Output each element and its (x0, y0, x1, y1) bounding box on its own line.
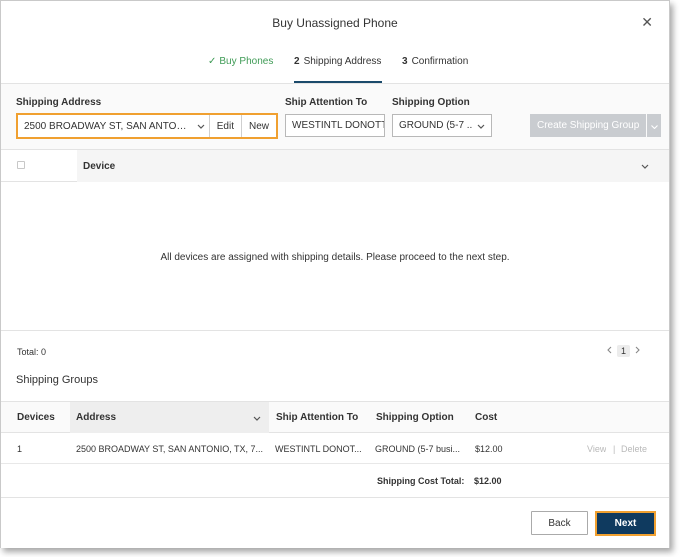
step-shipping-address[interactable]: 2 Shipping Address (294, 56, 382, 83)
dialog-header: Buy Unassigned Phone ✕ ✓ Buy Phones 2 Ship… (1, 1, 669, 83)
step-number: 2 (294, 56, 300, 67)
step-label: Buy Phones (219, 56, 274, 67)
dialog-footer: Back Next (1, 498, 669, 548)
ship-attention-label: Ship Attention To (285, 97, 368, 108)
device-column-header[interactable]: Device (77, 150, 669, 182)
chevron-left-icon[interactable] (607, 346, 612, 356)
dialog-title: Buy Unassigned Phone (272, 16, 398, 30)
shipping-address-value: 2500 BROADWAY ST, SAN ANTONIO, ... (24, 120, 193, 132)
shipping-address-select[interactable]: 2500 BROADWAY ST, SAN ANTONIO, ... (18, 115, 210, 137)
shipping-option-value: GROUND (5-7 ... (399, 120, 473, 131)
chevron-down-icon (641, 161, 649, 171)
ship-attention-input[interactable]: WESTINTL DONOTT (285, 114, 385, 137)
close-icon[interactable]: ✕ (641, 14, 653, 30)
edit-address-button[interactable]: Edit (209, 115, 241, 137)
address-column-label: Address (76, 412, 117, 423)
devices-pager: 1 (607, 345, 640, 357)
shipping-option-select[interactable]: GROUND (5-7 ... (392, 114, 492, 137)
attention-column-header: Ship Attention To (276, 412, 359, 423)
devices-column-header: Devices (17, 412, 55, 423)
new-address-button[interactable]: New (240, 115, 276, 137)
select-all-checkbox[interactable] (17, 161, 25, 169)
chevron-right-icon[interactable] (635, 346, 640, 356)
shipping-cost-total-row: Shipping Cost Total: $12.00 (1, 464, 669, 498)
buy-phone-dialog: Buy Unassigned Phone ✕ ✓ Buy Phones 2 Ship… (0, 0, 670, 548)
row-attention: WESTINTL DONOT... (275, 443, 362, 454)
wizard-steps: ✓ Buy Phones 2 Shipping Address 3 Confirmat… (1, 56, 669, 83)
shipping-toolbar: Shipping Address Ship Attention To Shipp… (1, 83, 669, 150)
page-number[interactable]: 1 (617, 345, 631, 357)
step-buy-phones[interactable]: ✓ Buy Phones (208, 56, 273, 83)
row-cost: $12.00 (475, 443, 503, 454)
step-confirmation[interactable]: 3 Confirmation (402, 56, 468, 83)
devices-table-header: Device (1, 150, 669, 182)
row-devices: 1 (17, 443, 23, 454)
chevron-down-icon (193, 121, 209, 131)
option-column-header: Shipping Option (376, 412, 454, 423)
chevron-down-icon (477, 121, 485, 131)
step-label: Confirmation (411, 56, 469, 67)
device-column-label: Device (83, 160, 116, 172)
back-button[interactable]: Back (531, 511, 588, 535)
shipping-groups-title: Shipping Groups (16, 374, 98, 386)
step-label: Shipping Address (303, 56, 382, 67)
divider (1, 330, 669, 331)
row-option: GROUND (5-7 busi... (375, 443, 461, 454)
row-separator: | (613, 443, 616, 454)
cost-column-header: Cost (475, 412, 498, 423)
check-icon: ✓ (208, 56, 217, 67)
create-shipping-group: Create Shipping Group (530, 114, 662, 137)
groups-table-header: Devices Address Ship Attention To Shippi… (1, 401, 669, 433)
shipping-address-group: 2500 BROADWAY ST, SAN ANTONIO, ... Edit … (16, 113, 278, 139)
row-delete-link[interactable]: Delete (621, 433, 647, 464)
address-column-header[interactable]: Address (70, 402, 269, 433)
create-shipping-group-button[interactable]: Create Shipping Group (530, 114, 647, 137)
shipping-cost-total-label: Shipping Cost Total: (377, 476, 465, 486)
row-address: 2500 BROADWAY ST, SAN ANTONIO, TX, 7... (76, 443, 264, 454)
row-view-link[interactable]: View (587, 433, 606, 464)
shipping-cost-total-value: $12.00 (474, 476, 502, 486)
table-row: 1 2500 BROADWAY ST, SAN ANTONIO, TX, 7..… (1, 433, 669, 464)
chevron-down-icon (650, 121, 658, 131)
devices-empty-message: All devices are assigned with shipping d… (160, 252, 510, 263)
devices-total: Total: 0 (17, 347, 47, 357)
shipping-address-label: Shipping Address (16, 97, 102, 108)
create-group-dropdown[interactable] (647, 114, 662, 137)
next-button[interactable]: Next (595, 511, 656, 536)
shipping-option-label: Shipping Option (392, 97, 470, 108)
chevron-down-icon (253, 413, 261, 423)
step-number: 3 (402, 56, 408, 67)
